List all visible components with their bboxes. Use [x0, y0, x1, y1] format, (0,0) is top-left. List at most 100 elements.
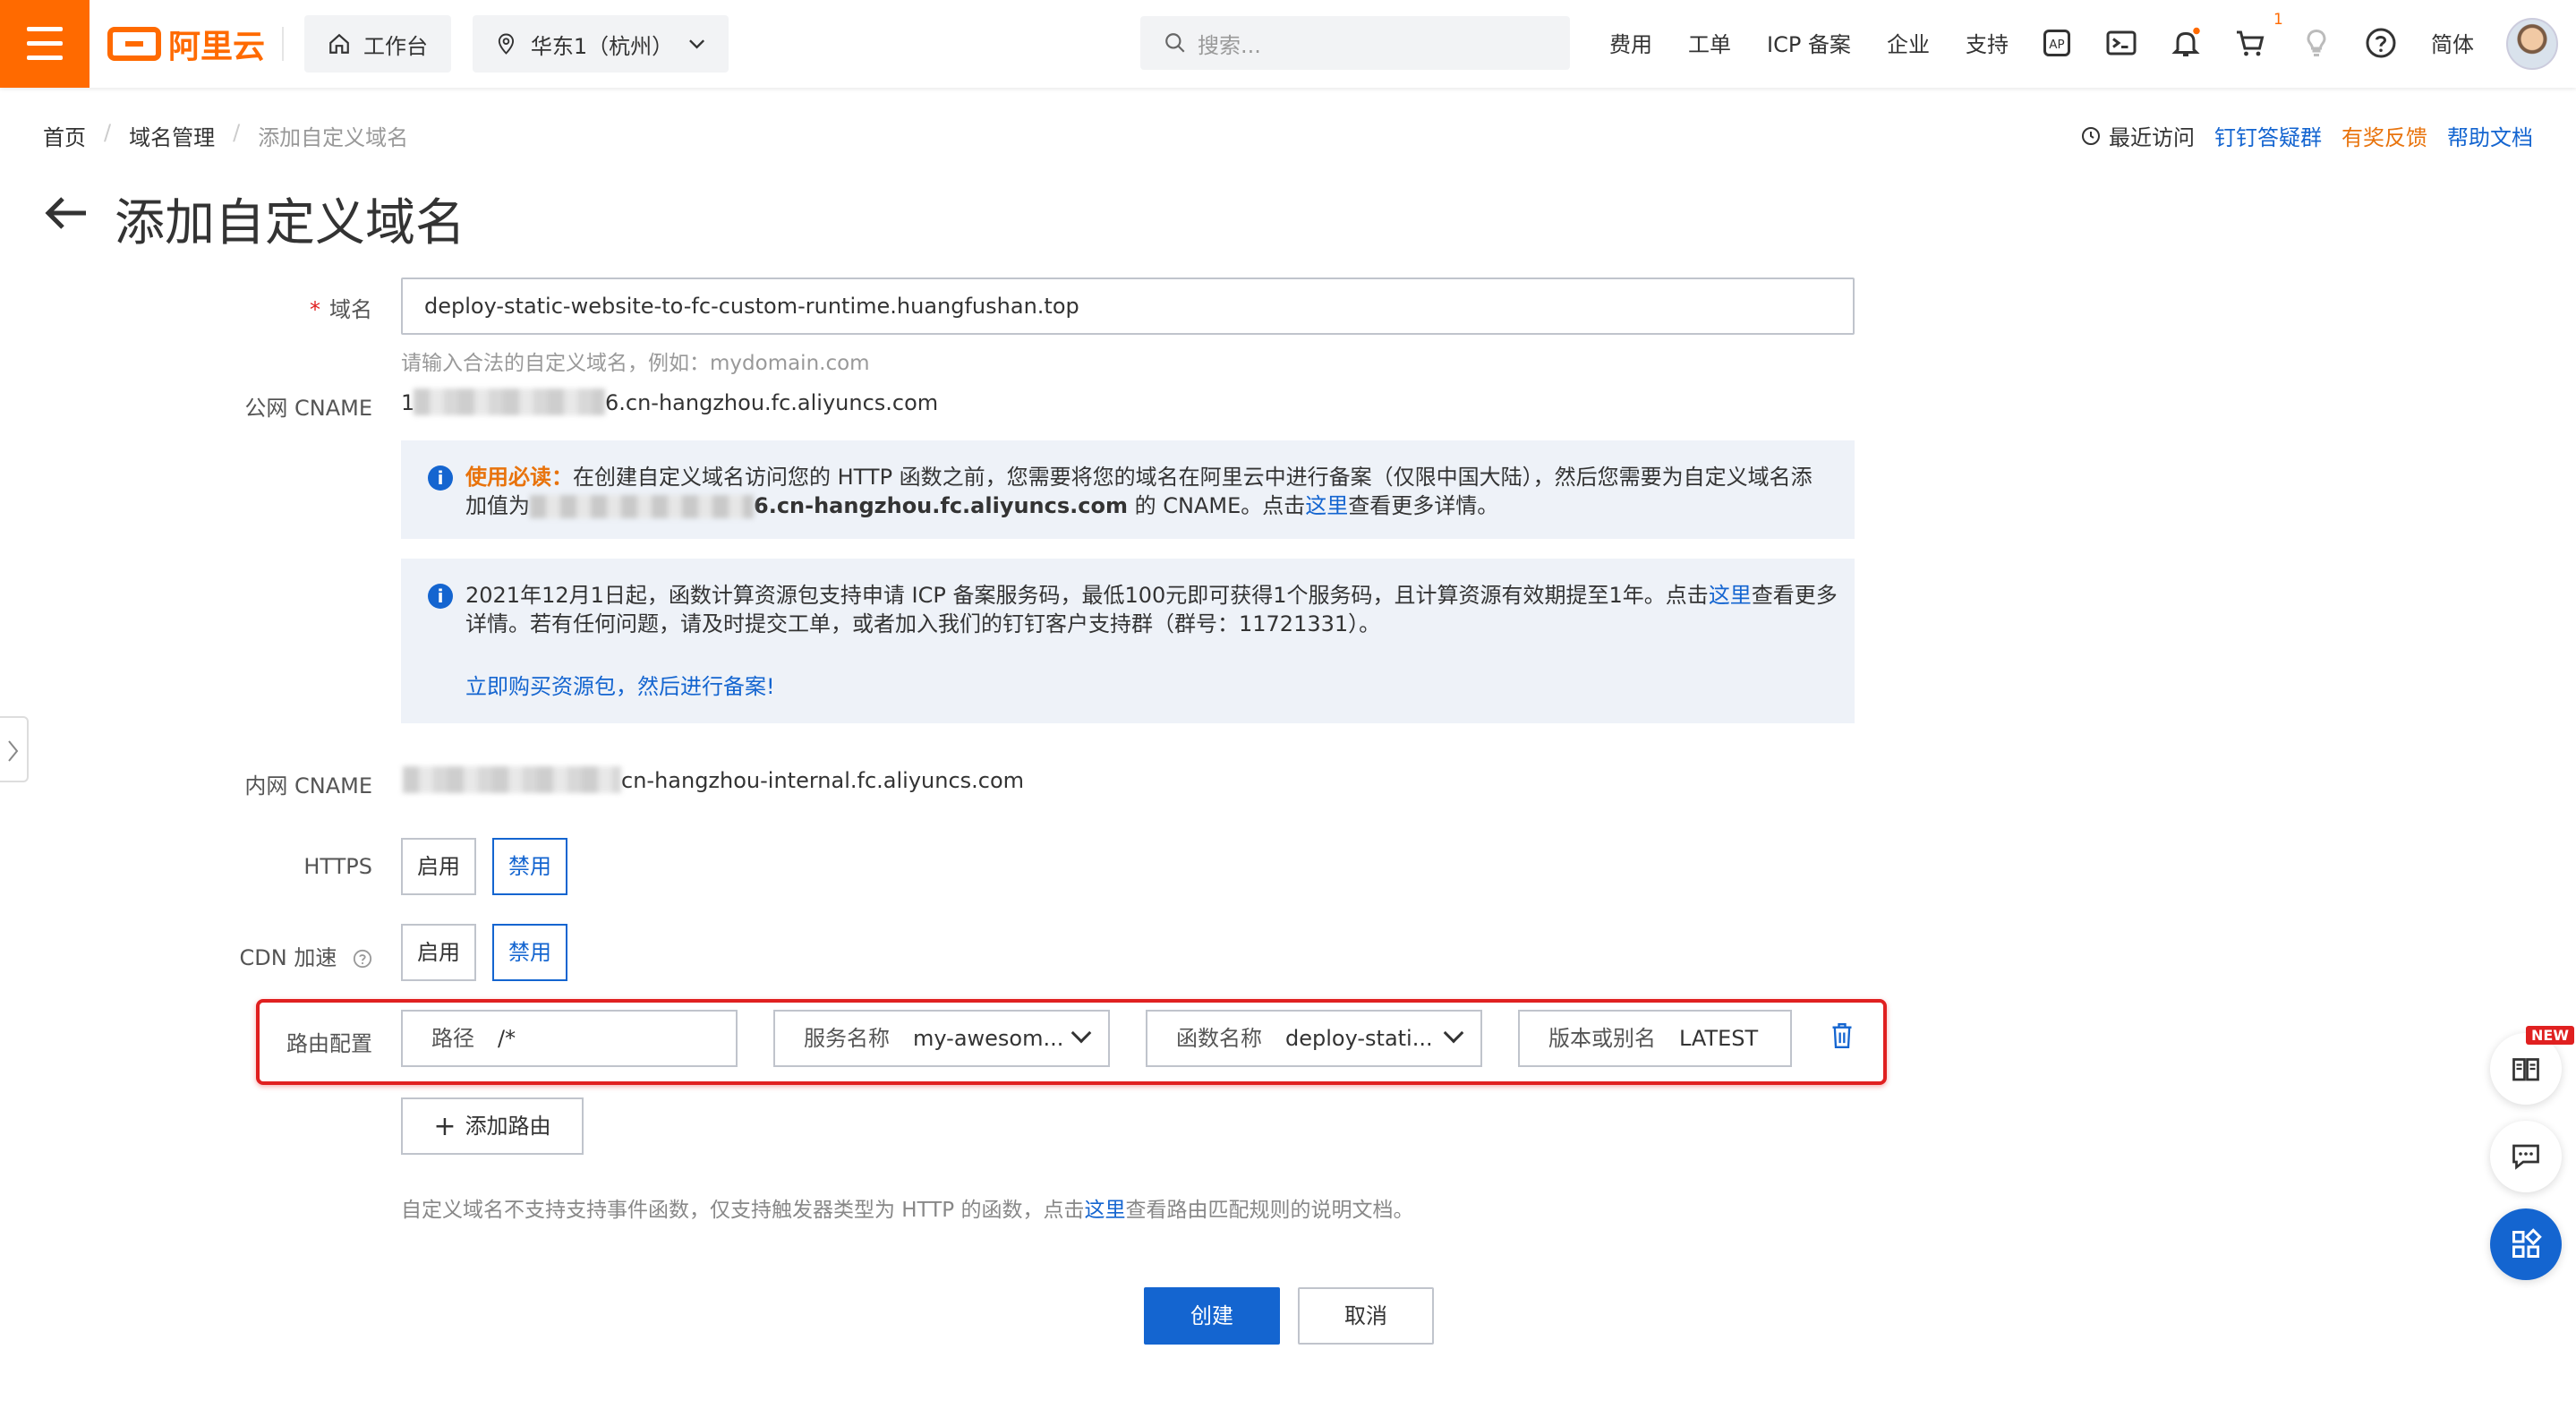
breadcrumb-separator: / [233, 120, 241, 145]
chevron-down-icon [688, 39, 704, 49]
chevron-down-icon [1443, 1022, 1464, 1044]
floating-chat-button[interactable] [2490, 1121, 2562, 1192]
info-icon: i [428, 584, 453, 609]
workbench-button[interactable]: 工作台 [304, 15, 451, 73]
cdn-label: CDN 加速 [50, 940, 372, 971]
menu-line [27, 27, 63, 31]
breadcrumb-home[interactable]: 首页 [43, 120, 86, 151]
route-service-value: my-awesom... [913, 1026, 1064, 1051]
footer-note-a: 自定义域名不支持支持事件函数，仅支持触发器类型为 HTTP 的函数，点击 [401, 1199, 1085, 1222]
public-cname-label: 公网 CNAME [244, 396, 372, 421]
domain-label: * 域名 [50, 292, 372, 323]
required-asterisk: * [310, 297, 320, 322]
terminal-icon[interactable] [2105, 27, 2137, 59]
nav-icp[interactable]: ICP 备案 [1767, 27, 1851, 58]
route-version-input[interactable]: 版本或别名 LATEST [1518, 1010, 1792, 1067]
notice-icp-line1: 2021年12月1日起，函数计算资源包支持申请 ICP 备案服务码，最低100元… [465, 580, 1838, 611]
aliyun-logo[interactable]: 阿里云 [107, 20, 265, 68]
user-avatar[interactable] [2506, 18, 2558, 70]
nav-enterprise[interactable]: 企业 [1887, 27, 1930, 58]
nav-support[interactable]: 支持 [1966, 27, 2009, 58]
region-label: 华东1（杭州） [530, 33, 674, 59]
notice-usage-line2-a: 加值为 [465, 493, 530, 518]
https-disable-button[interactable]: 禁用 [492, 838, 567, 895]
notice-usage-here-link[interactable]: 这里 [1305, 493, 1348, 518]
region-selector[interactable]: 华东1（杭州） [473, 15, 729, 73]
dingtalk-group-link[interactable]: 钉钉答疑群 [2214, 120, 2322, 151]
notice-icp-line1-b: 查看更多 [1751, 583, 1838, 608]
info-icon: i [428, 465, 453, 491]
nav-tickets[interactable]: 工单 [1688, 27, 1731, 58]
route-service-key: 服务名称 [804, 1026, 890, 1051]
search-input[interactable]: 搜索... [1140, 16, 1570, 70]
floating-apps-button[interactable] [2490, 1208, 2562, 1280]
route-path-input[interactable]: 路径 /* [401, 1010, 738, 1067]
notice-icp-line2: 详情。若有任何问题，请及时提交工单，或者加入我们的钉钉客户支持群（群号：1172… [465, 611, 1381, 636]
cart-icon[interactable] [2234, 27, 2266, 59]
menu-line [27, 41, 63, 46]
public-cname-value: 6.cn-hangzhou.fc.aliyuncs.com [605, 390, 939, 415]
language-switch[interactable]: 简体 [2431, 27, 2474, 58]
home-icon [329, 33, 349, 54]
search-icon [1165, 33, 1185, 53]
side-panel-handle[interactable] [0, 716, 29, 782]
chevron-down-icon [1070, 1022, 1092, 1044]
notice-usage-prefix: 使用必读： [465, 465, 573, 490]
route-config-label: 路由配置 [286, 1031, 372, 1056]
domain-label-text: 域名 [329, 297, 372, 322]
back-arrow-icon[interactable] [41, 193, 91, 233]
cdn-enable-button[interactable]: 启用 [401, 924, 476, 981]
hamburger-menu-button[interactable] [0, 0, 90, 88]
plus-icon: + [433, 1111, 456, 1142]
route-footer-note: 自定义域名不支持支持事件函数，仅支持触发器类型为 HTTP 的函数，点击这里查看… [401, 1192, 1413, 1223]
footer-note-b: 查看路由匹配规则的说明文档。 [1125, 1199, 1414, 1222]
divider [282, 27, 284, 61]
bell-icon[interactable] [2170, 27, 2202, 59]
cdn-disable-button[interactable]: 禁用 [492, 924, 567, 981]
lightbulb-icon[interactable] [2300, 27, 2333, 59]
clock-icon [2082, 126, 2100, 145]
route-service-select[interactable]: 服务名称 my-awesom... [773, 1010, 1110, 1067]
route-function-select[interactable]: 函数名称 deploy-stati... [1146, 1010, 1482, 1067]
top-links: 最近访问 钉钉答疑群 有奖反馈 帮助文档 [2080, 120, 2533, 151]
chat-icon [2512, 1144, 2539, 1170]
breadcrumb-domain-management[interactable]: 域名管理 [129, 120, 215, 151]
help-docs-link[interactable]: 帮助文档 [2447, 120, 2533, 151]
notice-icp-here-link[interactable]: 这里 [1709, 583, 1752, 608]
route-path-key: 路径 [431, 1026, 474, 1051]
route-version-key: 版本或别名 [1548, 1026, 1656, 1051]
workbench-label: 工作台 [363, 33, 428, 59]
breadcrumb-current: 添加自定义域名 [258, 125, 409, 150]
route-path-value: /* [498, 1026, 516, 1051]
notice-usage-line2-c: 查看更多详情。 [1348, 493, 1499, 518]
footer-note-here-link[interactable]: 这里 [1084, 1199, 1125, 1222]
create-button[interactable]: 创建 [1144, 1287, 1280, 1345]
notice-usage: i 使用必读：在创建自定义域名访问您的 HTTP 函数之前，您需要将您的域名在阿… [401, 440, 1855, 539]
redacted-block [403, 766, 621, 793]
nav-billing[interactable]: 费用 [1609, 27, 1652, 58]
notice-usage-line2-b: 的 CNAME。点击 [1127, 493, 1306, 518]
recent-visits-link[interactable]: 最近访问 [2080, 120, 2195, 151]
notice-usage-text: 在创建自定义域名访问您的 HTTP 函数之前，您需要将您的域名在阿里云中进行备案… [573, 465, 1813, 490]
app-icon[interactable]: AP [2041, 27, 2073, 59]
apps-grid-icon [2512, 1228, 2542, 1258]
route-version-value: LATEST [1679, 1026, 1759, 1051]
top-bar: 阿里云 工作台 华东1（杭州） 搜索... 费用 工单 ICP 备案 企业 支持… [0, 0, 2576, 88]
cancel-button[interactable]: 取消 [1298, 1287, 1434, 1345]
redacted-block [530, 495, 754, 518]
menu-line [27, 56, 63, 60]
add-route-label: 添加路由 [465, 1114, 551, 1139]
question-circle-icon[interactable] [353, 949, 372, 969]
help-icon[interactable] [2365, 27, 2397, 59]
trash-icon[interactable] [1830, 1020, 1855, 1051]
domain-input[interactable]: deploy-static-website-to-fc-custom-runti… [401, 278, 1855, 335]
breadcrumb: 首页 / 域名管理 / 添加自定义域名 [43, 120, 408, 151]
aliyun-logo-mark [107, 27, 161, 61]
feedback-link[interactable]: 有奖反馈 [2341, 120, 2427, 151]
buy-resource-pack-link[interactable]: 立即购买资源包，然后进行备案! [465, 671, 775, 702]
https-label: HTTPS [303, 854, 372, 879]
page-title: 添加自定义域名 [115, 194, 465, 252]
https-enable-button[interactable]: 启用 [401, 838, 476, 895]
internal-cname-value: cn-hangzhou-internal.fc.aliyuncs.com [621, 768, 1025, 793]
add-route-button[interactable]: + 添加路由 [401, 1097, 584, 1155]
